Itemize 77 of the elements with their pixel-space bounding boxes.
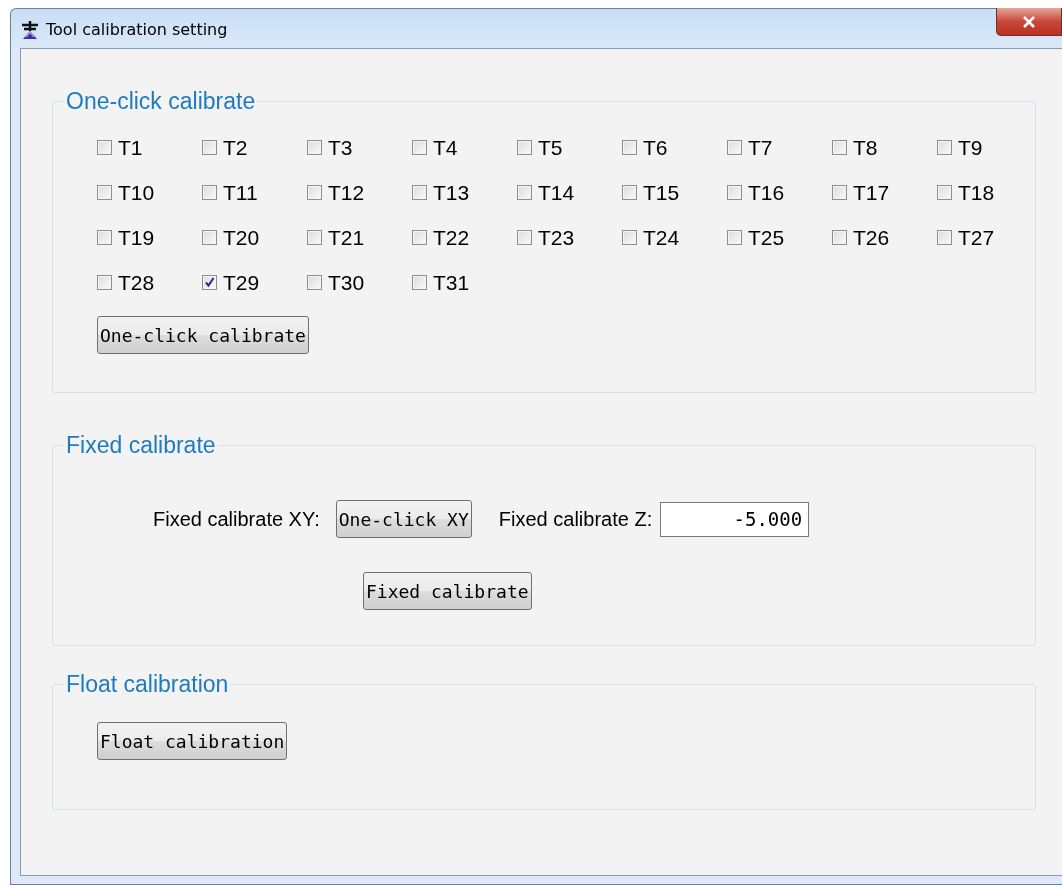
- checkbox-label: T14: [538, 180, 575, 205]
- checkbox-label: T20: [223, 225, 260, 250]
- checkbox-label: T1: [118, 135, 143, 160]
- float-calibration-button[interactable]: Float calibration: [97, 722, 288, 760]
- checkbox[interactable]: [937, 185, 952, 200]
- close-icon: [1022, 15, 1036, 28]
- checkbox-label: T5: [538, 135, 563, 160]
- group-title: Float calibration: [65, 671, 230, 697]
- group-title: One-click calibrate: [65, 88, 257, 114]
- checkbox-label: T13: [433, 180, 470, 205]
- checkbox-label: T21: [328, 225, 365, 250]
- group-title: Fixed calibrate: [65, 432, 217, 458]
- checkbox-label: T7: [748, 135, 773, 160]
- checkbox-label: T8: [853, 135, 878, 160]
- fixed-calibrate-button[interactable]: Fixed calibrate: [363, 572, 532, 610]
- checkbox[interactable]: [622, 230, 637, 245]
- checkbox[interactable]: [727, 185, 742, 200]
- checkbox[interactable]: [202, 230, 217, 245]
- checkbox[interactable]: [622, 185, 637, 200]
- checkbox-label: T31: [433, 270, 470, 295]
- checkbox[interactable]: [517, 140, 532, 155]
- checkbox-label: T19: [118, 225, 155, 250]
- checkbox-label: T12: [328, 180, 365, 205]
- checkbox-label: T26: [853, 225, 890, 250]
- checkbox-label: T10: [118, 180, 155, 205]
- checkbox-label: T15: [643, 180, 680, 205]
- checkbox-label: T2: [223, 135, 248, 160]
- tool-icon: [20, 20, 40, 40]
- checkbox-label: T3: [328, 135, 353, 160]
- checkbox[interactable]: [307, 185, 322, 200]
- checkbox-label: T11: [223, 180, 258, 205]
- checkbox[interactable]: [832, 185, 847, 200]
- checkbox[interactable]: [97, 140, 112, 155]
- checkbox[interactable]: [517, 185, 532, 200]
- one-click-calibrate-button[interactable]: One-click calibrate: [97, 316, 309, 354]
- checkbox-label: T24: [643, 225, 680, 250]
- checkbox[interactable]: [307, 230, 322, 245]
- field-label: Fixed calibrate XY:: [153, 507, 320, 531]
- checkbox-label: T30: [328, 270, 365, 295]
- window-title: Tool calibration setting: [46, 20, 229, 39]
- checkbox-label: T6: [643, 135, 668, 160]
- checkbox-label: T23: [538, 225, 575, 250]
- checkbox-label: T25: [748, 225, 785, 250]
- checkbox[interactable]: [412, 275, 427, 290]
- check-icon: [204, 277, 215, 288]
- one-click-xy-button[interactable]: One-click XY: [335, 500, 472, 538]
- checkbox-label: T29: [223, 270, 260, 295]
- field-label: Fixed calibrate Z:: [498, 507, 653, 531]
- checkbox-label: T28: [118, 270, 155, 295]
- checkbox[interactable]: [832, 140, 847, 155]
- checkbox[interactable]: [832, 230, 847, 245]
- checkbox[interactable]: [727, 140, 742, 155]
- checkbox[interactable]: [307, 275, 322, 290]
- checkbox[interactable]: [97, 230, 112, 245]
- checkbox[interactable]: [307, 140, 322, 155]
- checkbox[interactable]: [202, 275, 217, 290]
- checkbox[interactable]: [202, 185, 217, 200]
- checkbox[interactable]: [412, 140, 427, 155]
- checkbox[interactable]: [202, 140, 217, 155]
- checkbox[interactable]: [727, 230, 742, 245]
- checkbox[interactable]: [622, 140, 637, 155]
- input-field[interactable]: -5.000: [660, 501, 810, 537]
- checkbox-label: T4: [433, 135, 458, 160]
- checkbox[interactable]: [412, 185, 427, 200]
- close-button[interactable]: [996, 8, 1062, 36]
- checkbox[interactable]: [937, 230, 952, 245]
- checkbox-label: T27: [958, 225, 995, 250]
- checkbox-label: T17: [853, 180, 890, 205]
- checkbox-label: T9: [958, 135, 983, 160]
- checkbox[interactable]: [517, 230, 532, 245]
- checkbox[interactable]: [937, 140, 952, 155]
- checkbox-label: T18: [958, 180, 995, 205]
- checkbox[interactable]: [412, 230, 427, 245]
- checkbox-label: T16: [748, 180, 785, 205]
- checkbox-label: T22: [433, 225, 470, 250]
- checkbox[interactable]: [97, 275, 112, 290]
- checkbox[interactable]: [97, 185, 112, 200]
